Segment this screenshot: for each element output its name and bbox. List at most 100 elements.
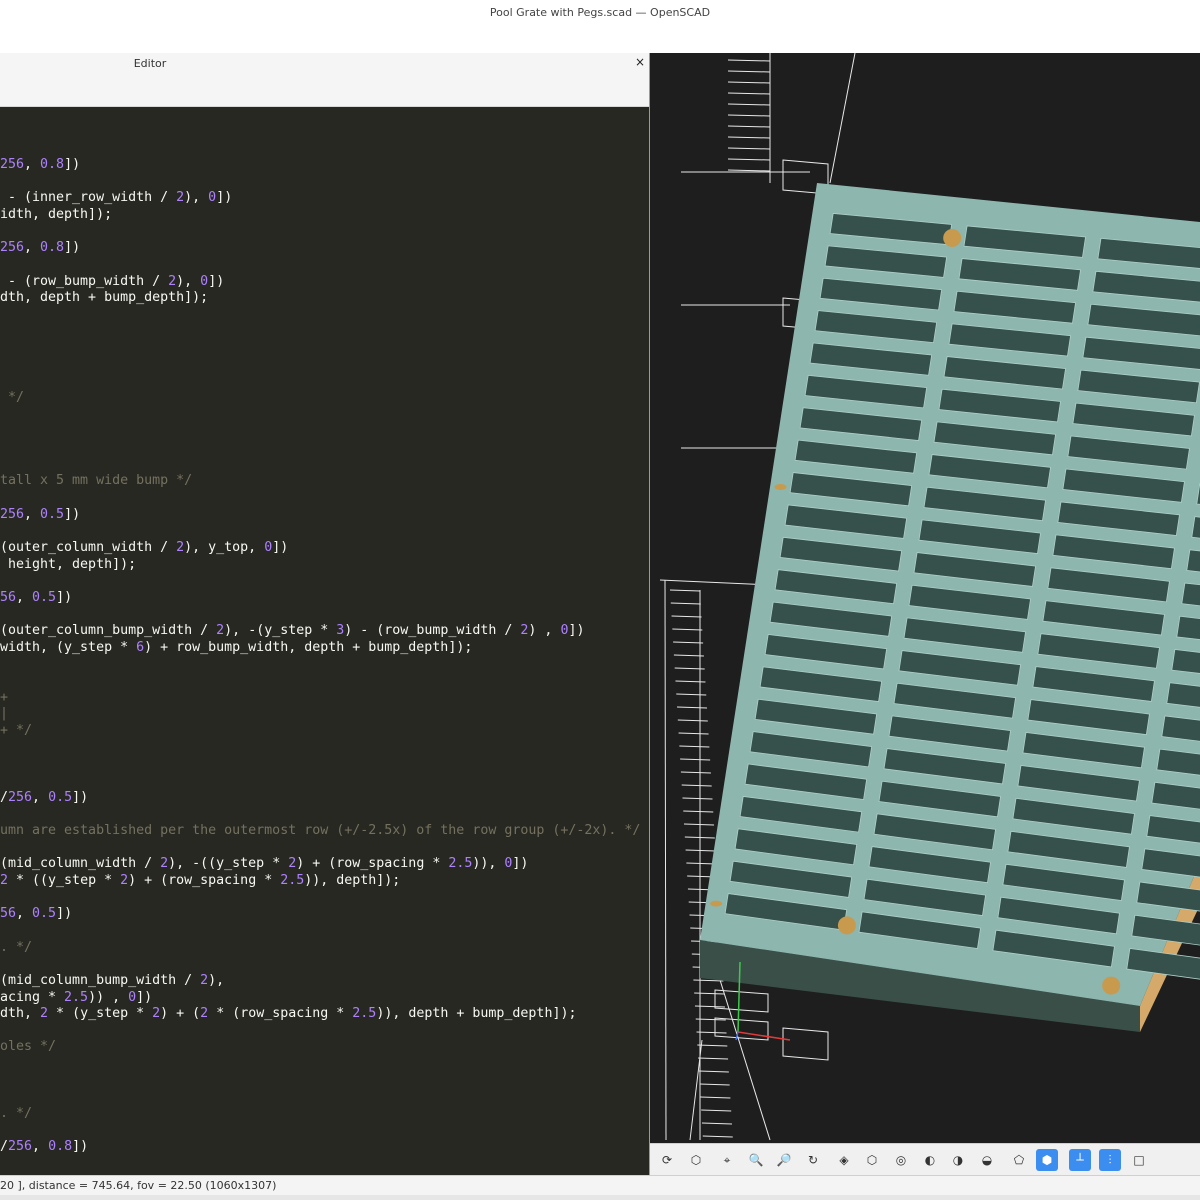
code-token: ) + (row_spacing * [296, 856, 449, 872]
code-line[interactable]: 256, 0.5]) [0, 507, 80, 523]
editor-close-icon[interactable]: × [635, 55, 645, 69]
viewport-toolbar: ⟳ ⬡ ⌖ 🔍 🔎 ↻ ◈ ⬡ ◎ ◐ ◑ ◒ ⬠ ⬢ ┴ ⫶ □ [650, 1143, 1200, 1175]
zoom-out-icon[interactable]: 🔎 [773, 1149, 795, 1171]
code-token: ]) [136, 989, 153, 1005]
code-line[interactable]: - (inner_row_width / 2), 0]) [0, 190, 232, 206]
code-token: 0.8 [40, 240, 65, 256]
code-token: )) , [88, 989, 129, 1005]
scale-tick [677, 706, 708, 709]
scale-tick [683, 810, 714, 813]
scale-tick [673, 654, 704, 657]
code-line[interactable]: 256, 0.8]) [0, 240, 80, 256]
code-token: 2 [120, 872, 129, 888]
scale-tick [685, 849, 716, 852]
code-token: (mid_column_width / [0, 856, 161, 872]
code-token: * ((y_step * [8, 872, 121, 888]
code-token: 2 [216, 623, 225, 639]
code-token: ]) [512, 856, 529, 872]
show-edges-icon[interactable]: □ [1128, 1149, 1150, 1171]
reset-view-icon[interactable]: ↻ [802, 1149, 824, 1171]
code-line[interactable]: 2 * ((y_step * 2) + (row_spacing * 2.5))… [0, 873, 400, 889]
code-line[interactable]: dth, 2 * (y_step * 2) + (2 * (row_spacin… [0, 1006, 576, 1022]
code-token: ]) [64, 157, 81, 172]
code-token: (outer_column_width / [0, 539, 177, 555]
code-token: 2.5 [352, 1006, 377, 1022]
code-token: 256 [0, 157, 25, 172]
code-token: , [24, 240, 41, 256]
code-token: ]) [208, 273, 225, 289]
code-line[interactable]: /256, 0.8]) [0, 1139, 88, 1155]
show-axes-icon[interactable]: ┴ [1069, 1149, 1091, 1171]
peg-hole [710, 900, 723, 907]
code-line[interactable]: idth, depth]); [0, 207, 112, 223]
code-line[interactable]: . */ [0, 1106, 32, 1122]
3d-viewport[interactable] [650, 53, 1200, 1143]
code-token: 0.8 [48, 1139, 73, 1155]
code-line[interactable]: - (row_bump_width / 2), 0]) [0, 274, 224, 290]
code-token: oles */ [0, 1039, 57, 1055]
code-line[interactable]: umn are established per the outermost ro… [0, 823, 640, 839]
code-token: ) + row_bump_width, depth + bump_depth])… [144, 639, 473, 655]
code-line[interactable]: (mid_column_bump_width / 2), [0, 973, 224, 989]
code-line[interactable]: (outer_column_width / 2), y_top, 0]) [0, 540, 288, 556]
scale-tick [694, 1005, 725, 1008]
code-line[interactable]: (mid_column_width / 2), -((y_step * 2) +… [0, 856, 528, 872]
code-line[interactable]: 256, 0.8]) [0, 157, 80, 173]
code-line[interactable]: . */ [0, 940, 32, 956]
code-token: )), depth]); [304, 872, 401, 888]
code-line[interactable]: 56, 0.5]) [0, 906, 72, 922]
view-all-icon[interactable]: ⌖ [716, 1149, 738, 1171]
code-token: ]) [56, 589, 73, 605]
code-line[interactable]: dth, depth + bump_depth]); [0, 290, 208, 306]
code-line[interactable]: oles */ [0, 1039, 56, 1055]
view-left-icon[interactable]: ◐ [919, 1149, 941, 1171]
scale-box [782, 1027, 829, 1061]
scale-tick [694, 992, 725, 995]
code-line[interactable]: acing * 2.5)) , 0]) [0, 990, 152, 1006]
code-line[interactable]: + */ [0, 723, 32, 739]
code-token: , [24, 506, 41, 522]
view-bottom-icon[interactable]: ◎ [890, 1149, 912, 1171]
peg-hole [943, 228, 962, 247]
code-token: 56 [0, 906, 17, 922]
code-token: , [16, 589, 33, 605]
code-token: width, (y_step * [0, 639, 137, 655]
editor-title: Editor [133, 57, 167, 70]
code-line[interactable]: width, (y_step * 6) + row_bump_width, de… [0, 640, 472, 656]
code-line[interactable]: 56, 0.5]) [0, 590, 72, 606]
view-right-icon[interactable]: ◈ [833, 1149, 855, 1171]
code-token: ), [208, 972, 225, 988]
scale-box [714, 1017, 769, 1041]
code-line[interactable]: */ [0, 390, 24, 406]
scale-tick [727, 92, 771, 95]
code-token: / [0, 789, 9, 805]
code-editor[interactable]: 256, 0.8]) - (inner_row_width / 2), 0]) i… [0, 107, 649, 1175]
view-front-icon[interactable]: ◑ [947, 1149, 969, 1171]
code-line[interactable]: height, depth]); [0, 557, 136, 573]
code-line[interactable]: tall x 5 mm wide bump */ [0, 473, 192, 489]
scale-tick [669, 589, 701, 592]
view-top-icon[interactable]: ⬡ [861, 1149, 883, 1171]
perspective-icon[interactable]: ⬢ [1036, 1149, 1058, 1171]
scale-tick [727, 125, 771, 128]
code-token: )), depth + bump_depth]); [376, 1006, 577, 1022]
code-token: 0.8 [40, 157, 65, 172]
scale-tick [727, 114, 771, 117]
code-line[interactable]: | [0, 706, 8, 722]
preview-icon[interactable]: ⬡ [685, 1149, 707, 1171]
scale-ruler-line [659, 579, 771, 586]
render-icon[interactable]: ⟳ [656, 1149, 678, 1171]
diagonal-view-icon[interactable]: ⬠ [1008, 1149, 1030, 1171]
show-scale-icon[interactable]: ⫶ [1099, 1149, 1121, 1171]
code-token: | [0, 706, 9, 722]
code-line[interactable]: /256, 0.5]) [0, 790, 88, 806]
scale-tick [696, 1031, 727, 1034]
code-token: 2 [176, 190, 185, 206]
code-token: tall x 5 mm wide bump */ [0, 473, 193, 489]
zoom-in-icon[interactable]: 🔍 [745, 1149, 767, 1171]
view-back-icon[interactable]: ◒ [976, 1149, 998, 1171]
code-token: 256 [0, 240, 25, 256]
code-line[interactable]: + [0, 690, 8, 706]
window-titlebar: Pool Grate with Pegs.scad — OpenSCAD [0, 0, 1200, 53]
code-line[interactable]: (outer_column_bump_width / 2), -(y_step … [0, 623, 584, 639]
